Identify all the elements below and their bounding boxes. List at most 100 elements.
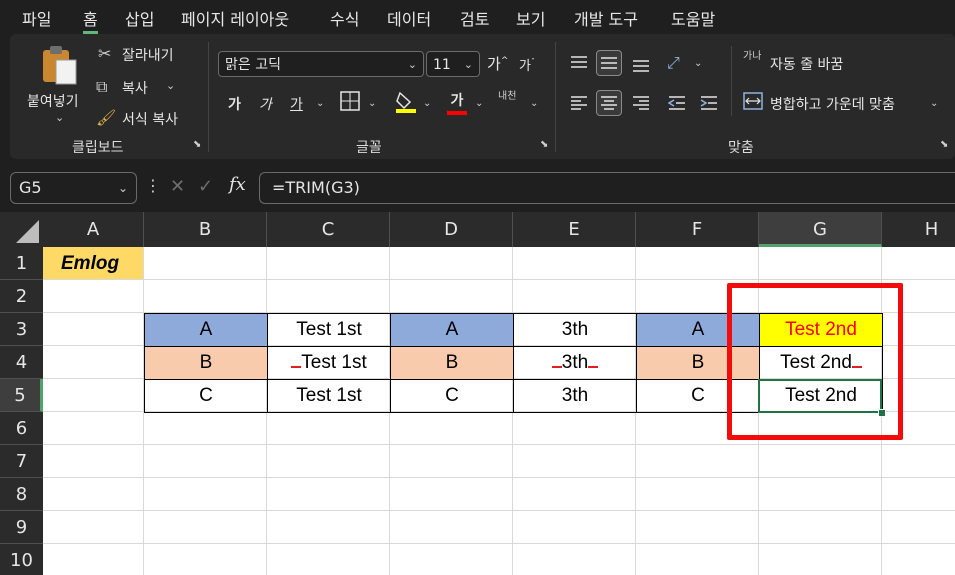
orientation-chevron-icon[interactable]: ⌄	[694, 58, 702, 69]
insert-function-icon[interactable]: fx	[229, 174, 246, 195]
format-painter-icon[interactable]: 🖌	[96, 108, 116, 127]
menu-developer[interactable]: 개발 도구	[574, 6, 638, 30]
cell-d3[interactable]: A	[390, 313, 514, 347]
clipboard-launcher-icon[interactable]: ⬊	[193, 140, 203, 150]
row-header-6[interactable]: 6	[0, 412, 43, 445]
fill-color-icon[interactable]	[395, 90, 417, 118]
row-header-8[interactable]: 8	[0, 478, 43, 511]
cell-e5[interactable]: 3th	[513, 379, 637, 413]
borders-icon[interactable]	[340, 91, 360, 115]
menu-view[interactable]: 보기	[516, 6, 545, 30]
column-header-c[interactable]: C	[267, 212, 390, 247]
underline-chevron-icon[interactable]: ⌄	[316, 98, 324, 109]
leading-space-marker	[291, 364, 302, 368]
merge-center-icon[interactable]	[743, 92, 763, 114]
cell-a1[interactable]: Emlog	[43, 247, 144, 280]
menu-page-layout[interactable]: 페이지 레이아웃	[181, 6, 289, 30]
row-header-3[interactable]: 3	[0, 313, 43, 346]
align-middle-icon[interactable]	[596, 50, 622, 76]
align-right-icon[interactable]	[628, 90, 654, 116]
row-header-9[interactable]: 9	[0, 511, 43, 544]
phonetic-guide-icon[interactable]: 내천	[498, 92, 516, 102]
cell-b4[interactable]: B	[144, 346, 268, 380]
column-header-f[interactable]: F	[636, 212, 759, 247]
column-header-e[interactable]: E	[513, 212, 636, 247]
menu-data[interactable]: 데이터	[387, 6, 431, 30]
menu-help[interactable]: 도움말	[671, 6, 715, 30]
borders-chevron-icon[interactable]: ⌄	[368, 98, 376, 109]
cell-e4-text: 3th	[561, 352, 589, 373]
align-left-icon[interactable]	[566, 90, 592, 116]
menu-file[interactable]: 파일	[22, 6, 51, 30]
align-center-icon[interactable]	[596, 90, 622, 116]
increase-indent-icon[interactable]	[696, 90, 722, 116]
copy-button[interactable]: 복사	[122, 78, 148, 98]
row-header-1[interactable]: 1	[0, 247, 43, 280]
row-header-7[interactable]: 7	[0, 445, 43, 478]
menu-home[interactable]: 홈	[83, 6, 98, 34]
cut-icon[interactable]: ✂	[98, 44, 111, 63]
font-size-chevron-icon[interactable]: ⌄	[464, 52, 473, 78]
italic-button[interactable]: 가	[259, 94, 272, 114]
cell-d4[interactable]: B	[390, 346, 514, 380]
font-group-label: 글꼴	[356, 140, 382, 156]
column-header-h[interactable]: H	[882, 212, 955, 247]
cell-c3[interactable]: Test 1st	[267, 313, 391, 347]
underline-button[interactable]: 가	[290, 94, 303, 114]
align-bottom-icon[interactable]	[628, 52, 654, 78]
merge-center-button[interactable]: 병합하고 가운데 맞춤	[770, 94, 895, 114]
alignment-launcher-icon[interactable]: ⬊	[940, 140, 950, 150]
cell-b5[interactable]: C	[144, 379, 268, 413]
copy-chevron-icon[interactable]: ⌄	[166, 79, 175, 92]
font-name-chevron-icon[interactable]: ⌄	[408, 52, 417, 78]
formula-input[interactable]: =TRIM(G3)	[259, 172, 955, 204]
bold-button[interactable]: 가	[228, 94, 241, 114]
select-all-button[interactable]	[0, 212, 43, 247]
merge-chevron-icon[interactable]: ⌄	[930, 98, 938, 109]
column-header-b[interactable]: B	[144, 212, 267, 247]
font-launcher-icon[interactable]: ⬊	[540, 140, 550, 150]
orientation-icon[interactable]: ⤢	[667, 53, 680, 73]
font-size-combo[interactable]: 11 ⌄	[426, 51, 480, 77]
more-options-icon[interactable]: ⋮	[145, 176, 161, 195]
font-name-combo[interactable]: 맑은 고딕 ⌄	[218, 51, 424, 77]
menu-review[interactable]: 검토	[460, 6, 489, 30]
name-box-value: G5	[19, 178, 42, 197]
row-header-5[interactable]: 5	[0, 379, 43, 412]
wrap-text-button[interactable]: 자동 줄 바꿈	[770, 54, 843, 74]
cell-c4[interactable]: Test 1st	[267, 346, 391, 380]
font-color-chevron-icon[interactable]: ⌄	[475, 98, 483, 109]
name-box[interactable]: G5 ⌄	[10, 172, 137, 204]
cell-d5[interactable]: C	[390, 379, 514, 413]
font-color-button[interactable]: 가	[447, 90, 467, 115]
font-grow-icon[interactable]: 가^	[487, 53, 508, 74]
cell-e4[interactable]: 3th	[513, 346, 637, 380]
enter-icon[interactable]: ✓	[198, 176, 213, 197]
cell-e3[interactable]: 3th	[513, 313, 637, 347]
cell-c5[interactable]: Test 1st	[267, 379, 391, 413]
cut-button[interactable]: 잘라내기	[122, 45, 174, 65]
row-header-10[interactable]: 10	[0, 544, 43, 575]
font-shrink-icon[interactable]: 가ˇ	[519, 55, 535, 74]
menu-insert[interactable]: 삽입	[125, 6, 154, 30]
paste-label[interactable]: 붙여넣기	[27, 91, 79, 111]
phonetic-chevron-icon[interactable]: ⌄	[530, 98, 538, 109]
menu-formulas[interactable]: 수식	[330, 6, 359, 30]
decrease-indent-icon[interactable]	[664, 90, 690, 116]
paste-chevron-icon[interactable]: ⌄	[55, 111, 64, 124]
align-top-icon[interactable]	[566, 50, 592, 76]
row-header-2[interactable]: 2	[0, 280, 43, 313]
column-header-g[interactable]: G	[759, 212, 882, 247]
column-header-a[interactable]: A	[43, 212, 144, 247]
fill-color-chevron-icon[interactable]: ⌄	[423, 98, 431, 109]
paste-icon[interactable]	[40, 44, 80, 90]
wrap-text-icon[interactable]: 가나	[743, 52, 761, 62]
row-header-4[interactable]: 4	[0, 346, 43, 379]
cell-b3[interactable]: A	[144, 313, 268, 347]
name-box-chevron-icon[interactable]: ⌄	[118, 173, 128, 203]
font-color-glyph: 가	[450, 93, 464, 109]
cancel-icon[interactable]: ✕	[170, 176, 185, 197]
column-header-d[interactable]: D	[390, 212, 513, 247]
format-painter-button[interactable]: 서식 복사	[122, 109, 178, 129]
copy-icon[interactable]: ⧉	[96, 77, 107, 97]
